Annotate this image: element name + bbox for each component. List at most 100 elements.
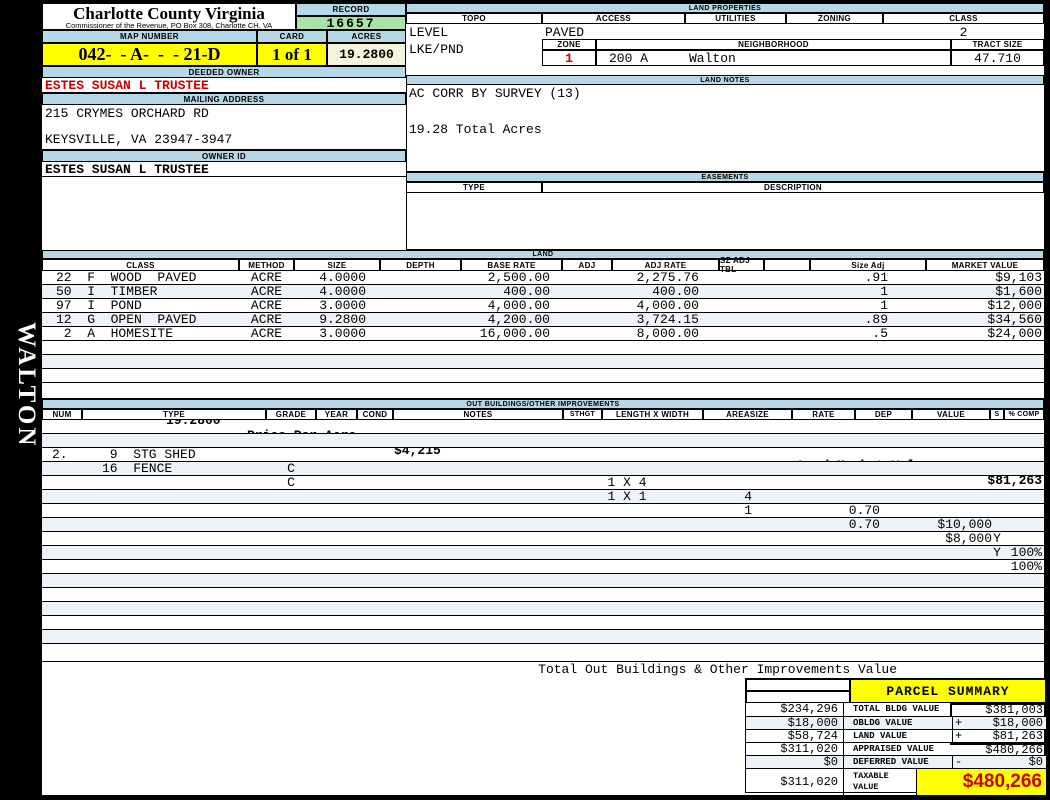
col-utilities: UTILITIES [685,13,786,24]
col-class: CLASS [883,13,1044,24]
tract-size-cell: 47.710 [951,50,1044,66]
land-row: 2 A HOMESITE ACRE 3.0000 16,000.00 8,000… [42,327,1044,341]
land-cell-market-value: $9,103 [995,270,1042,285]
ob-empty-row [42,490,1044,504]
land-cell-size-adj: .89 [864,312,888,327]
ob-col-s: S [990,409,1004,420]
land-empty-row [42,355,1044,369]
ob-cell-dep: 0.70 [848,517,880,532]
zone-value: 1 [565,51,573,66]
summary-left-value: $234,296 [746,703,844,716]
land-cell-class: 97 I POND [56,298,142,313]
land-cell-method: ACRE [250,298,283,313]
land-cell-base-rate: 4,200.00 [487,312,550,327]
land-notes-label: LAND NOTES [406,75,1044,85]
land-cell-class: 12 G OPEN PAVED [56,312,197,327]
ob-empty-row [42,504,1044,518]
ob-empty-row [42,602,1044,616]
parcel-summary-title: PARCEL SUMMARY [850,679,1046,703]
land-cell-adj-rate: 4,000.00 [636,298,699,313]
easements-col-type: TYPE [406,182,542,193]
ob-cell-comp: 100% [1010,559,1042,574]
land-empty-row [42,341,1044,355]
tract-size-label: TRACT SIZE [951,39,1044,50]
out-buildings-total-row: Total Out Buildings & Other Improvements… [42,644,1044,694]
col-topo: TOPO [406,13,542,24]
tract-size-value: 47.710 [974,51,1021,66]
neighborhood-cell: 200 A Walton [596,50,951,66]
topo-value-1: LEVEL [409,25,449,40]
ob-empty-row [42,476,1044,490]
taxable-value: $480,266 [962,771,1042,792]
land-row: 97 I POND ACRE 3.0000 4,000.00 4,000.00 … [42,299,1044,313]
ob-col-value: VALUE [912,409,990,420]
land-row: 12 G OPEN PAVED ACRE 9.2800 4,200.00 3,7… [42,313,1044,327]
land-properties-label: LAND PROPERTIES [406,3,1044,13]
ob-empty-row [42,560,1044,574]
land-cell-size: 9.2800 [319,312,366,327]
summary-taxable-row: $311,020 TAXABLE VALUE $480,266 [746,768,1046,795]
land-row: 22 F WOOD PAVED ACRE 4.0000 2,500.00 2,2… [42,271,1044,285]
county-title-box: Charlotte County Virginia Commissioner o… [42,3,296,30]
zone-value-cell: 1 [542,50,596,66]
class-value: 2 [959,25,968,40]
land-cell-class: 50 I TIMBER [56,284,158,299]
land-cell-adj-rate: 400.00 [652,284,699,299]
summary-row: $311,020 APPRAISED VALUE $480,266 [746,742,1046,756]
easements-label: EASEMENTS [406,172,1044,182]
mailing-address-line2: KEYSVILLE, VA 23947-3947 [45,132,233,147]
summary-value: $381,003 [985,703,1043,717]
summary-row: $234,296 TOTAL BLDG VALUE $381,003 [746,703,1046,716]
col-zoning: ZONING [786,13,883,24]
ob-cell-lxw: 1 X 4 [607,475,647,490]
record-card-frame: WALTON Charlotte County Virginia Commiss… [0,0,1050,800]
summary-spacer-cell [746,679,850,691]
record-label: RECORD [296,3,406,16]
land-empty-row [42,369,1044,383]
land-notes-box: AC CORR BY SURVEY (13) 19.28 Total Acres [406,85,1044,172]
land-notes-line2: 19.28 Total Acres [409,122,542,137]
land-notes-line1: AC CORR BY SURVEY (13) [409,86,581,101]
land-totals-row: Total Acres 19.2800 Price Per Acre $4,21… [42,383,1044,488]
land-cell-size: 4.0000 [319,270,366,285]
land-cell-market-value: $1,600 [995,284,1042,299]
land-section-label: LAND [42,250,1044,259]
ob-col-dep: DEP [855,409,912,420]
deeded-owner-label: DEEDED OWNER [42,66,406,78]
ob-empty-row [42,616,1044,630]
land-cell-class: 22 F WOOD PAVED [56,270,197,285]
access-value: PAVED [545,25,585,40]
ob-empty-row [42,630,1044,644]
owner-id-label: OWNER ID [42,150,406,162]
ob-cell-dep: 0.70 [848,503,880,518]
land-col-sz-adj-tbl: SZ ADJ TBL [719,256,764,274]
out-buildings-rows: 1. 9 STG SHED C 1 X 4 4 0.70 $10,000 Y 1… [42,420,1044,644]
acres-value: 19.2800 [327,43,406,66]
land-cell-size-adj: 1 [880,298,888,313]
ob-empty-row [42,588,1044,602]
out-building-row: 1. 9 STG SHED C 1 X 4 4 0.70 $10,000 Y 1… [42,420,1044,560]
ob-cell-comp: 100% [1010,545,1042,560]
land-cell-adj-rate: 3,724.15 [636,312,699,327]
summary-row: $58,724 LAND VALUE + $81,263 [746,729,1046,743]
map-number-value: 042- - A- - - 21-D [42,43,257,66]
commissioner-line: Commissioner of the Revenue, PO Box 308,… [65,21,273,30]
neighborhood-watermark: WALTON [13,321,40,449]
topo-value-2: LKE/PND [409,42,464,57]
ob-cell-type: 16 FENCE [102,461,173,476]
land-col-depth: DEPTH [380,259,461,271]
out-buildings-total-label: Total Out Buildings & Other Improvements… [538,662,897,677]
mailing-address-line1: 215 CRYMES ORCHARD RD [45,106,209,121]
out-buildings-header-row: NUM TYPE GRADE YEAR COND NOTES STHGT LEN… [42,409,1044,420]
land-col-adj: ADJ [562,259,612,271]
neighborhood-label: NEIGHBORHOOD [596,39,951,50]
land-cell-class: 2 A HOMESITE [56,326,174,341]
land-cell-size: 4.0000 [319,284,366,299]
out-buildings-label: OUT BUILDINGS/OTHER IMPROVEMENTS [42,399,1044,409]
county-title: Charlotte County Virginia [73,4,265,23]
summary-label: TOTAL BLDG VALUE [853,704,940,714]
ob-empty-row [42,462,1044,476]
deeded-owner-value: ESTES SUSAN L TRUSTEE [42,78,406,93]
out-building-row: 2. 16 FENCE C 1 X 1 1 0.70 $8,000 Y 100% [42,434,1044,574]
parcel-summary: PARCEL SUMMARY $234,296 TOTAL BLDG VALUE… [745,678,1046,795]
